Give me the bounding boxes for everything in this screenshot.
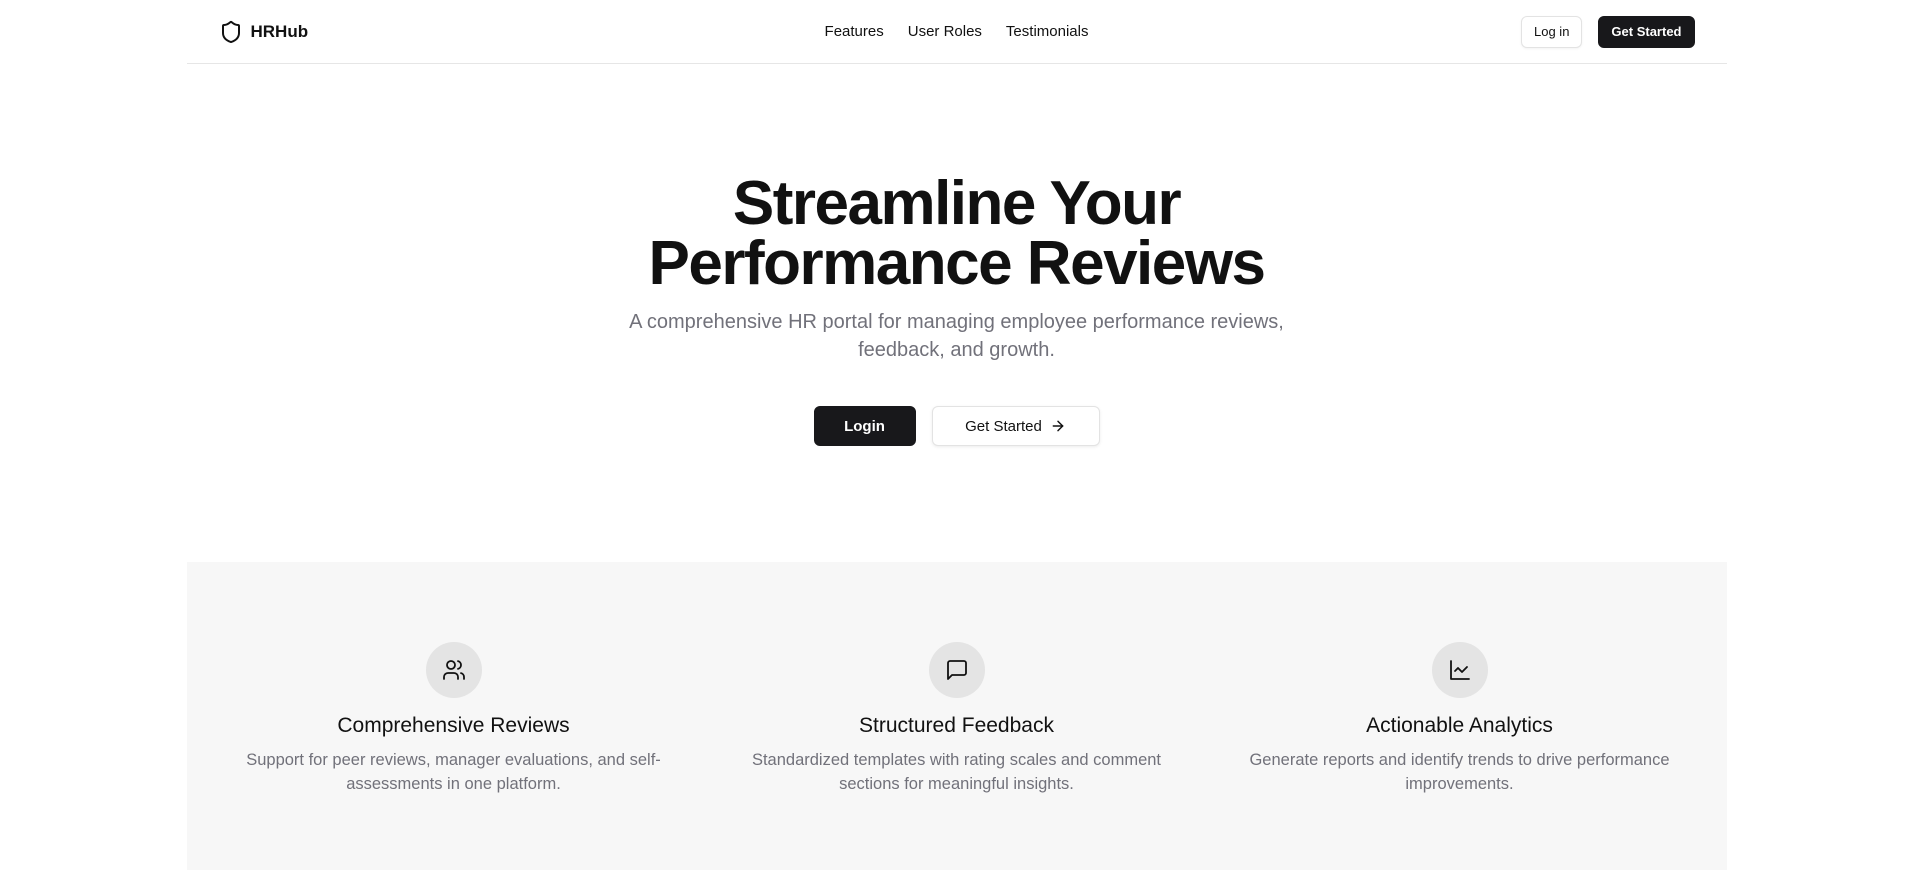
- message-square-icon: [928, 642, 985, 698]
- hero-actions: Login Get Started: [187, 406, 1727, 446]
- features-section: Comprehensive Reviews Support for peer r…: [186, 562, 1727, 870]
- feature-title: Structured Feedback: [859, 714, 1054, 737]
- hero-title-line1: Streamline Your: [732, 169, 1182, 238]
- shield-icon: [219, 20, 243, 44]
- hero-title-line2: Performance Reviews: [648, 229, 1266, 298]
- brand-name: HRHub: [250, 21, 309, 41]
- page: HRHub Features User Roles Testimonials L…: [186, 0, 1727, 870]
- hero-login-label: Login: [844, 417, 885, 435]
- hero-get-started-button[interactable]: Get Started: [931, 406, 1100, 446]
- hero-section: Streamline Your Performance Reviews A co…: [187, 64, 1727, 562]
- header-get-started-button[interactable]: Get Started: [1598, 15, 1695, 48]
- header-login-button[interactable]: Log in: [1521, 15, 1583, 48]
- hero-subtitle: A comprehensive HR portal for managing e…: [629, 311, 1284, 361]
- hero-login-button[interactable]: Login: [813, 406, 916, 446]
- feature-card: Structured Feedback Standardized templat…: [722, 642, 1192, 870]
- line-chart-icon: [1431, 642, 1488, 698]
- main-nav: Features User Roles Testimonials: [825, 23, 1089, 40]
- nav-item-user-roles[interactable]: User Roles: [908, 23, 982, 40]
- feature-title: Actionable Analytics: [1366, 714, 1553, 737]
- feature-description: Support for peer reviews, manager evalua…: [246, 751, 661, 793]
- site-header: HRHub Features User Roles Testimonials L…: [186, 0, 1727, 64]
- arrow-right-icon: [1050, 418, 1066, 434]
- nav-item-features[interactable]: Features: [825, 23, 884, 40]
- nav-item-testimonials[interactable]: Testimonials: [1006, 23, 1089, 40]
- brand-link[interactable]: HRHub: [219, 20, 309, 44]
- feature-title: Comprehensive Reviews: [337, 714, 570, 737]
- feature-description: Standardized templates with rating scale…: [751, 751, 1162, 793]
- header-actions: Log in Get Started: [1521, 15, 1695, 48]
- hero-get-started-label: Get Started: [965, 417, 1042, 435]
- feature-card: Actionable Analytics Generate reports an…: [1225, 642, 1695, 870]
- feature-card: Comprehensive Reviews Support for peer r…: [219, 642, 689, 870]
- users-icon: [425, 642, 482, 698]
- hero-title: Streamline Your Performance Reviews: [187, 173, 1727, 295]
- feature-description: Generate reports and identify trends to …: [1249, 751, 1670, 793]
